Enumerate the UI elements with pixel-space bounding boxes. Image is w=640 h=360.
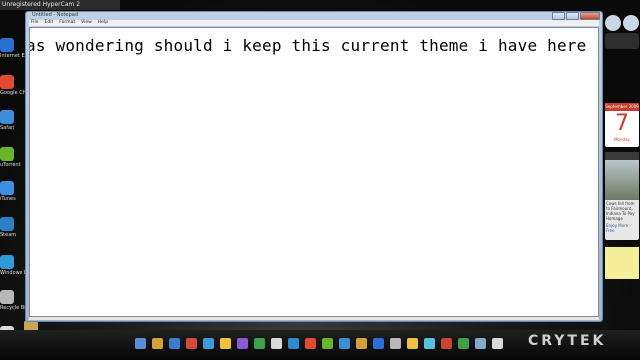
notepad-window[interactable]: Untitled - Notepad File Edit Format View…	[25, 11, 603, 322]
menu-view[interactable]: View	[81, 20, 92, 26]
taskbar-app-icon[interactable]	[220, 338, 231, 349]
taskbar-app-icon[interactable]	[186, 338, 197, 349]
window-controls	[552, 12, 600, 20]
notepad-title-bar[interactable]: Untitled - Notepad	[26, 12, 602, 20]
messenger-icon[interactable]	[0, 255, 14, 269]
editor-text[interactable]: as wondering should i keep this current …	[30, 36, 586, 55]
taskbar-app-icon[interactable]	[475, 338, 486, 349]
calendar-weekday: Monday	[614, 137, 630, 142]
close-button[interactable]	[580, 12, 600, 20]
taskbar-app-icon[interactable]	[203, 338, 214, 349]
taskbar-app-icon[interactable]	[373, 338, 384, 349]
taskbar-app-icon[interactable]	[407, 338, 418, 349]
taskbar-app-icon[interactable]	[322, 338, 333, 349]
taskbar-app-icon[interactable]	[492, 338, 503, 349]
safari-icon[interactable]	[0, 110, 14, 124]
desktop-icon-label: Steam	[0, 232, 17, 238]
media-gadget[interactable]	[605, 33, 639, 49]
calendar-day: 7	[615, 111, 629, 136]
gadget-sidebar: September 2009 7 Monday Cows fall from t…	[601, 0, 640, 330]
taskbar-app-icon[interactable]	[458, 338, 469, 349]
taskbar-app-icon[interactable]	[390, 338, 401, 349]
news-header	[605, 152, 639, 160]
news-link[interactable]: Enjoy More - Free	[605, 222, 639, 234]
desktop-icon-label: Safari	[0, 125, 15, 131]
recorder-title: Unregistered HyperCam 2	[2, 1, 81, 8]
news-gadget[interactable]: Cows fall from to Fairmount, Indiana To …	[605, 152, 639, 240]
desktop-icon-label: iTunes	[0, 196, 16, 202]
taskbar-app-icon[interactable]	[424, 338, 435, 349]
menu-help[interactable]: Help	[98, 20, 108, 26]
crytek-logo: CRYTEK	[528, 333, 607, 349]
sticky-note-gadget[interactable]	[605, 247, 639, 279]
menu-edit[interactable]: Edit	[45, 20, 54, 26]
taskbar-app-icon[interactable]	[271, 338, 282, 349]
taskbar-app-icon[interactable]	[356, 338, 367, 349]
taskbar-app-icon[interactable]	[339, 338, 350, 349]
desktop-icon-label: uTorrent	[0, 162, 21, 168]
steam-icon[interactable]	[0, 217, 14, 231]
taskbar-app-icon[interactable]	[305, 338, 316, 349]
taskbar-app-icon[interactable]	[288, 338, 299, 349]
cpu-meter-icon	[605, 15, 621, 31]
taskbar-app-icon[interactable]	[254, 338, 265, 349]
utorrent-icon[interactable]	[0, 147, 14, 161]
taskbar-app-icon[interactable]	[169, 338, 180, 349]
itunes-icon[interactable]	[0, 181, 14, 195]
taskbar-app-icon[interactable]	[135, 338, 146, 349]
recycle-bin-icon[interactable]	[0, 290, 14, 304]
news-headline: Cows fall from to Fairmount, Indiana To …	[606, 201, 635, 221]
ram-meter-icon	[623, 15, 639, 31]
news-photo	[605, 160, 639, 200]
taskbar-app-icon[interactable]	[237, 338, 248, 349]
recorder-title-bar: Unregistered HyperCam 2	[0, 0, 120, 10]
gadget-placeholder	[605, 15, 639, 65]
notepad-title: Untitled - Notepad	[32, 12, 79, 18]
internet-explorer-icon[interactable]	[0, 38, 14, 52]
calendar-month: September 2009	[605, 103, 639, 111]
taskbar-app-icon[interactable]	[441, 338, 452, 349]
horizontal-scrollbar[interactable]	[29, 317, 599, 320]
taskbar-app-icon[interactable]	[152, 338, 163, 349]
chrome-icon[interactable]	[0, 75, 14, 89]
menu-file[interactable]: File	[31, 20, 39, 26]
menu-format[interactable]: Format	[59, 20, 75, 26]
text-editor-area[interactable]: as wondering should i keep this current …	[29, 27, 599, 317]
calendar-gadget[interactable]: September 2009 7 Monday	[605, 103, 639, 147]
menu-bar: File Edit Format View Help	[29, 20, 599, 26]
maximize-button[interactable]	[566, 12, 579, 20]
minimize-button[interactable]	[552, 12, 565, 20]
